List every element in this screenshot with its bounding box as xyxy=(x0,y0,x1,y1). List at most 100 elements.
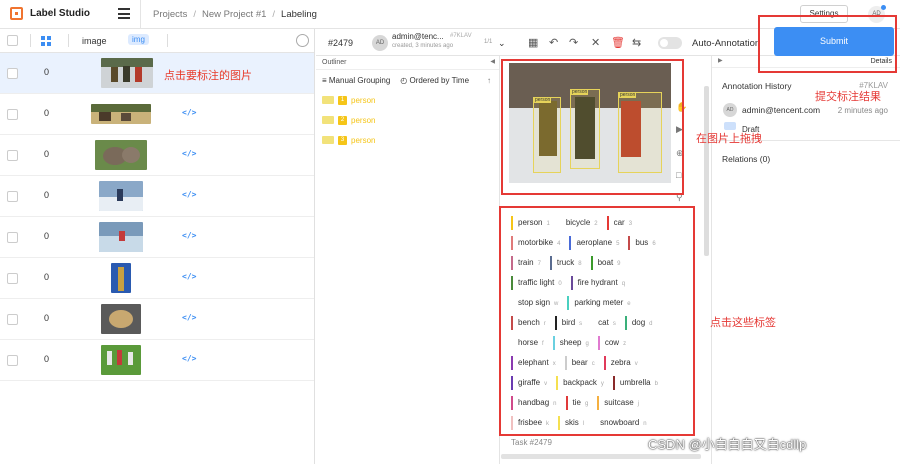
auto-annotation-toggle[interactable] xyxy=(658,37,682,49)
label-chip[interactable]: bus 6 xyxy=(628,236,660,250)
menu-icon[interactable] xyxy=(118,8,130,19)
label-chip[interactable]: horse f xyxy=(511,336,549,350)
task-table: image img 0 点击要标注的图片 0 </> 0 </> 0 </> 0… xyxy=(0,29,315,464)
label-chip[interactable]: sheep g xyxy=(552,336,594,350)
grid-view-icon[interactable] xyxy=(41,36,51,46)
label-chip[interactable]: aeroplane 5 xyxy=(569,236,624,250)
label-chip[interactable]: motorbike 4 xyxy=(511,236,565,250)
label-chip[interactable]: person 1 xyxy=(511,216,555,230)
sort-arrow-icon[interactable]: ↑ xyxy=(487,76,491,85)
row-checkbox[interactable] xyxy=(7,232,18,243)
label-chip[interactable]: skis l xyxy=(558,416,589,430)
table-row[interactable]: 0 </> xyxy=(0,135,314,176)
annotator-user[interactable]: admin@tenc... xyxy=(392,32,444,41)
label-chip[interactable]: traffic light 0 xyxy=(511,276,567,290)
ordered-by-time[interactable]: ◴ Ordered by Time xyxy=(400,76,469,85)
row-checkbox[interactable] xyxy=(7,314,18,325)
row-checkbox[interactable] xyxy=(7,150,18,161)
label-chip[interactable]: backpack y xyxy=(556,376,609,390)
table-row[interactable]: 0 </> xyxy=(0,340,314,381)
code-icon[interactable]: </> xyxy=(182,354,196,363)
table-row[interactable]: 0 </> xyxy=(0,299,314,340)
code-icon[interactable]: </> xyxy=(182,190,196,199)
thumbnail-bird xyxy=(101,304,141,334)
label-hotkey: w xyxy=(554,301,559,307)
collapse-left-icon[interactable]: ◀ xyxy=(490,58,495,65)
label-chip[interactable]: giraffe v xyxy=(511,376,552,390)
delete-icon[interactable]: 🗑 xyxy=(611,36,625,49)
label-chip[interactable]: handbag n xyxy=(511,396,562,410)
label-chip[interactable]: truck 8 xyxy=(549,256,587,270)
label-chip[interactable]: bicycle 2 xyxy=(558,216,603,230)
label-hotkey: 9 xyxy=(617,261,621,267)
draft-icon xyxy=(724,122,736,130)
row-checkbox[interactable] xyxy=(7,191,18,202)
label-hotkey: l xyxy=(582,421,585,427)
clear-icon[interactable]: ✕ xyxy=(591,36,600,49)
label-name: snowboard xyxy=(600,418,640,427)
label-hotkey: n xyxy=(553,401,557,407)
label-chip[interactable]: dog d xyxy=(624,316,658,330)
label-chip[interactable]: umbrella b xyxy=(612,376,663,390)
code-icon[interactable]: </> xyxy=(182,272,196,281)
label-chip[interactable]: bear c xyxy=(564,356,600,370)
label-chip[interactable]: fire hydrant q xyxy=(570,276,630,290)
grid-icon[interactable]: ▦ xyxy=(528,36,538,49)
outliner-title: Outliner xyxy=(322,59,347,66)
code-icon[interactable]: </> xyxy=(182,108,196,117)
label-chip[interactable]: bench r xyxy=(511,316,551,330)
table-row[interactable]: 0 点击要标注的图片 xyxy=(0,53,314,94)
table-row[interactable]: 0 </> xyxy=(0,94,314,135)
select-all-checkbox[interactable] xyxy=(7,35,18,46)
swap-icon[interactable]: ⇆ xyxy=(632,36,641,49)
label-chip[interactable]: train 7 xyxy=(511,256,546,270)
label-chip[interactable]: parking meter e xyxy=(567,296,635,310)
code-icon[interactable]: </> xyxy=(182,149,196,158)
region-item[interactable]: 1 person xyxy=(316,90,499,110)
label-name: cat xyxy=(598,318,609,327)
breadcrumb-project[interactable]: New Project #1 xyxy=(202,9,266,20)
label-chip[interactable]: cow z xyxy=(597,336,631,350)
auto-annotation-label: Auto-Annotation xyxy=(692,38,761,49)
label-chip[interactable]: car 3 xyxy=(606,216,637,230)
label-chip[interactable]: zebra v xyxy=(603,356,643,370)
redo-icon[interactable]: ↷ xyxy=(569,36,578,49)
breadcrumb-projects[interactable]: Projects xyxy=(153,9,187,20)
undo-icon[interactable]: ↶ xyxy=(549,36,558,49)
table-row[interactable]: 0 </> xyxy=(0,258,314,299)
chevron-down-icon[interactable]: ⌄ xyxy=(498,38,506,49)
label-chip[interactable]: suitcase j xyxy=(597,396,644,410)
label-chip[interactable]: bird s xyxy=(554,316,587,330)
label-chip[interactable]: snowboard n xyxy=(593,416,651,430)
label-list: person 1 bicycle 2 car 3 motorbike 4 aeroplane 5 b… xyxy=(511,216,691,436)
label-chip[interactable]: boat 9 xyxy=(590,256,626,270)
thumbnail-soccer xyxy=(101,345,141,375)
column-type-tag: img xyxy=(128,34,149,45)
label-chip[interactable]: stop sign w xyxy=(511,296,563,310)
row-checkbox[interactable] xyxy=(7,109,18,120)
code-icon[interactable]: </> xyxy=(182,231,196,240)
row-checkbox[interactable] xyxy=(7,273,18,284)
row-checkbox[interactable] xyxy=(7,68,18,79)
code-icon[interactable]: </> xyxy=(182,313,196,322)
manual-grouping[interactable]: ≡ Manual Grouping xyxy=(322,76,390,85)
label-name: car xyxy=(613,218,625,227)
table-row[interactable]: 0 </> xyxy=(0,176,314,217)
annotation-history-title: Annotation History xyxy=(722,81,792,91)
relations-section[interactable]: Relations (0) xyxy=(722,154,770,164)
expand-right-icon[interactable]: ▶ xyxy=(718,57,723,64)
label-chip[interactable]: tie g xyxy=(565,396,594,410)
table-row[interactable]: 0 </> xyxy=(0,217,314,258)
row-checkbox[interactable] xyxy=(7,355,18,366)
label-name: person xyxy=(518,218,543,227)
vertical-scrollbar[interactable] xyxy=(704,86,709,256)
region-item[interactable]: 3 person xyxy=(316,130,499,150)
label-chip[interactable]: elephant x xyxy=(511,356,561,370)
column-image[interactable]: image xyxy=(82,36,107,46)
column-settings-icon[interactable] xyxy=(296,34,309,47)
app-name: Label Studio xyxy=(30,8,90,19)
label-chip[interactable]: cat s xyxy=(591,316,621,330)
region-item[interactable]: 2 person xyxy=(316,110,499,130)
horizontal-scrollbar[interactable] xyxy=(501,454,701,459)
label-chip[interactable]: frisbee k xyxy=(511,416,554,430)
